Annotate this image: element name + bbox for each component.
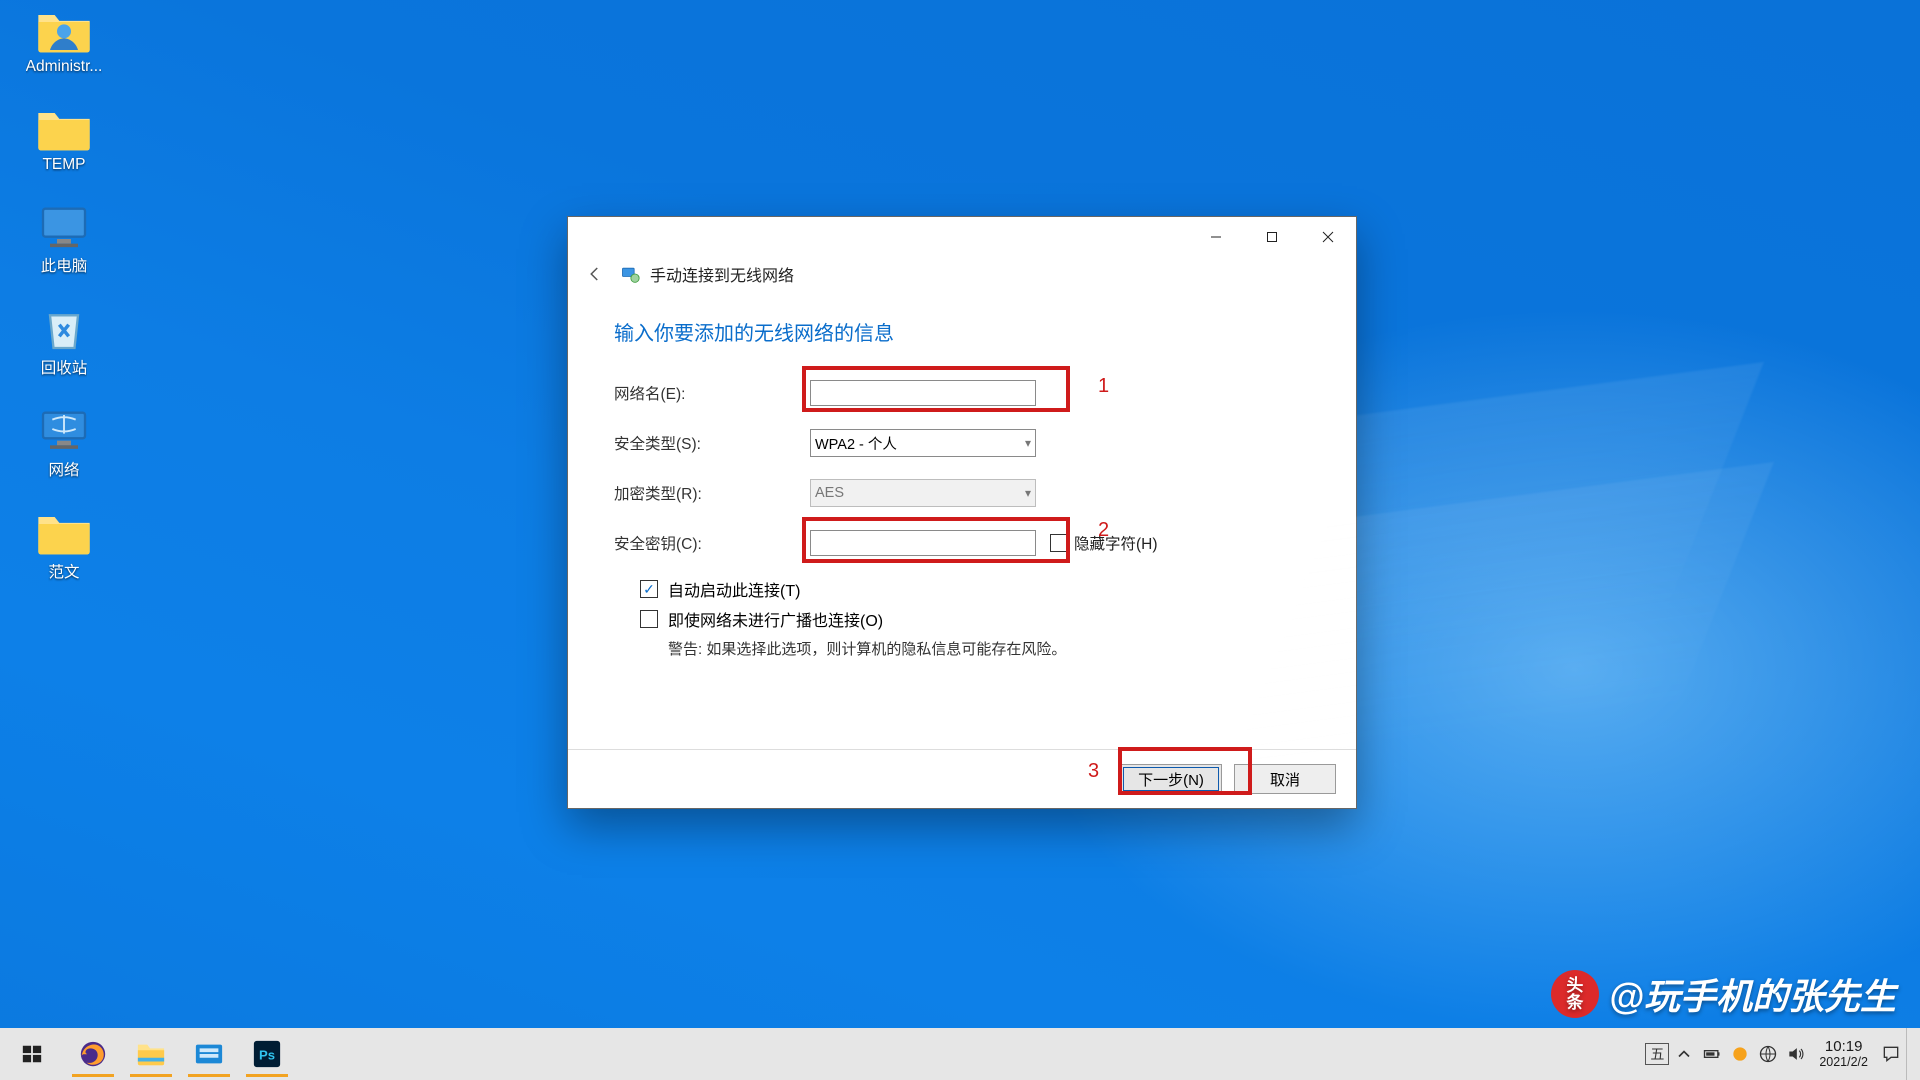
taskbar-left: Ps — [0, 1028, 294, 1080]
clock-date: 2021/2/2 — [1819, 1055, 1868, 1069]
network-monitor-icon — [36, 408, 92, 454]
warning-text: 警告: 如果选择此选项，则计算机的隐私信息可能存在风险。 — [668, 638, 1310, 659]
watermark: 头条 @玩手机的张先生 — [1551, 968, 1896, 1020]
icon-label: TEMP — [42, 156, 85, 174]
clock-time: 10:19 — [1825, 1038, 1863, 1055]
icon-label: 回收站 — [41, 356, 88, 378]
tray-battery-icon[interactable] — [1699, 1041, 1725, 1067]
taskbar-settings[interactable] — [182, 1030, 236, 1078]
fanwen-folder-icon[interactable]: 范文 — [14, 510, 114, 582]
next-button[interactable]: 下一步(N) — [1120, 764, 1222, 794]
security-key-field[interactable] — [810, 530, 1036, 556]
taskbar-right: 五 10:19 2021/2/2 — [1645, 1028, 1920, 1080]
security-type-label: 安全类型(S): — [614, 432, 810, 454]
auto-start-label: 自动启动此连接(T) — [668, 577, 800, 601]
wifi-manual-connect-dialog: 手动连接到无线网络 输入你要添加的无线网络的信息 网络名(E): 安全类型(S)… — [567, 216, 1357, 809]
security-type-select[interactable]: WPA2 - 个人 ▾ — [810, 429, 1036, 457]
connect-hidden-label: 即使网络未进行广播也连接(O) — [668, 607, 883, 631]
taskbar-file-explorer[interactable] — [124, 1030, 178, 1078]
auto-start-checkbox[interactable]: ✓ — [640, 580, 658, 598]
network-name-field[interactable] — [810, 380, 1036, 406]
maximize-button[interactable] — [1244, 217, 1300, 257]
folder-icon — [36, 510, 92, 556]
recycle-bin-icon[interactable]: 回收站 — [14, 306, 114, 378]
encryption-type-select: AES ▾ — [810, 479, 1036, 507]
back-button[interactable] — [580, 259, 610, 289]
dialog-footer: 下一步(N) 取消 — [568, 749, 1356, 808]
icon-label: 网络 — [48, 458, 79, 480]
watermark-text: @玩手机的张先生 — [1609, 968, 1896, 1020]
chevron-down-icon: ▾ — [1025, 436, 1031, 450]
this-pc-icon[interactable]: 此电脑 — [14, 204, 114, 276]
action-center-icon[interactable] — [1878, 1041, 1904, 1067]
icon-label: Administr... — [26, 58, 103, 76]
desktop-icons: Administr... TEMP 此电脑 回收站 网络 — [14, 8, 114, 582]
tray-volume-icon[interactable] — [1783, 1041, 1809, 1067]
minimize-button[interactable] — [1188, 217, 1244, 257]
connect-hidden-checkbox[interactable] — [640, 610, 658, 628]
svg-text:Ps: Ps — [259, 1048, 275, 1063]
taskbar-photoshop[interactable]: Ps — [240, 1030, 294, 1078]
network-name-label: 网络名(E): — [614, 382, 810, 404]
icon-label: 范文 — [48, 560, 79, 582]
temp-folder-icon[interactable]: TEMP — [14, 106, 114, 174]
icon-label: 此电脑 — [41, 254, 88, 276]
watermark-badge: 头条 — [1551, 970, 1599, 1018]
security-key-label: 安全密钥(C): — [614, 532, 810, 554]
tray-network-icon[interactable] — [1755, 1041, 1781, 1067]
folder-icon — [36, 106, 92, 152]
hide-characters-checkbox[interactable] — [1050, 534, 1068, 552]
tray-chevron-up-icon[interactable] — [1671, 1041, 1697, 1067]
encryption-type-label: 加密类型(R): — [614, 482, 810, 504]
breadcrumb: 手动连接到无线网络 — [568, 257, 1356, 295]
ime-indicator[interactable]: 五 — [1645, 1043, 1669, 1065]
desktop: Administr... TEMP 此电脑 回收站 网络 — [0, 0, 1920, 1080]
administrator-icon[interactable]: Administr... — [14, 8, 114, 76]
start-button[interactable] — [2, 1028, 62, 1080]
tray-app-icon[interactable] — [1727, 1041, 1753, 1067]
monitor-icon — [36, 204, 92, 250]
chevron-down-icon: ▾ — [1025, 486, 1031, 500]
dialog-heading: 输入你要添加的无线网络的信息 — [614, 317, 1310, 346]
encryption-type-value: AES — [815, 485, 844, 501]
user-folder-icon — [36, 8, 92, 54]
dialog-title: 手动连接到无线网络 — [650, 262, 794, 286]
taskbar: Ps 五 10:19 2021/2/2 — [0, 1028, 1920, 1080]
wifi-wizard-icon — [620, 264, 640, 284]
recycle-icon — [36, 306, 92, 352]
security-type-value: WPA2 - 个人 — [815, 433, 897, 454]
titlebar — [568, 217, 1356, 257]
taskbar-clock[interactable]: 10:19 2021/2/2 — [1811, 1038, 1876, 1070]
close-button[interactable] — [1300, 217, 1356, 257]
taskbar-firefox[interactable] — [66, 1030, 120, 1078]
cancel-button[interactable]: 取消 — [1234, 764, 1336, 794]
show-desktop-button[interactable] — [1906, 1028, 1918, 1080]
hide-characters-label: 隐藏字符(H) — [1074, 532, 1158, 554]
dialog-body: 输入你要添加的无线网络的信息 网络名(E): 安全类型(S): WPA2 - 个… — [568, 295, 1356, 749]
network-icon[interactable]: 网络 — [14, 408, 114, 480]
